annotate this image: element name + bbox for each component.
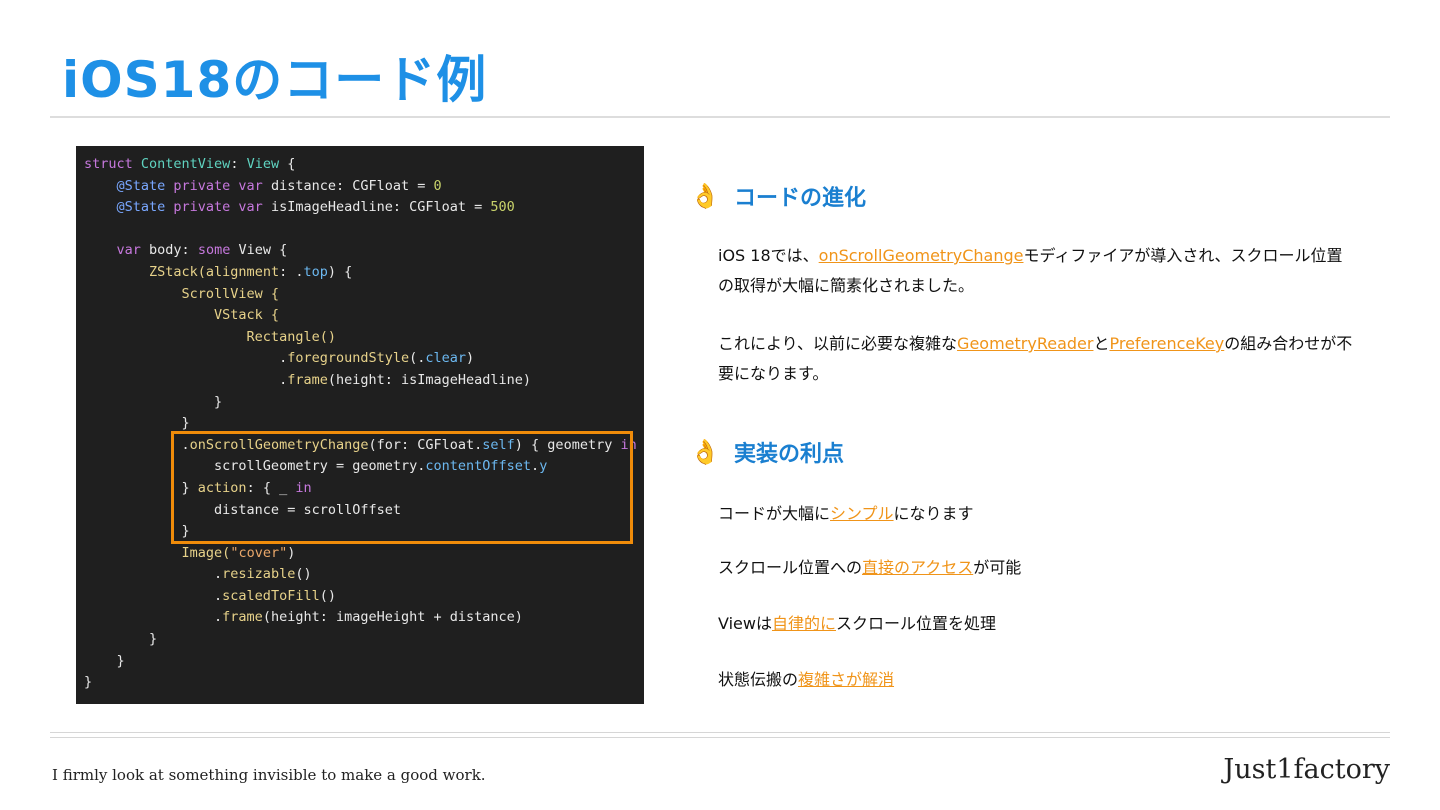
section-evolution-header: 👌 コードの進化 [690, 180, 866, 212]
benefit-item-2: スクロール位置への直接のアクセスが可能 [718, 558, 1022, 577]
section-benefits-title: 実装の利点 [734, 442, 845, 467]
code-text: struct ContentView: View { @State privat… [84, 156, 637, 691]
benefit-item-4: 状態伝搬の複雑さが解消 [718, 670, 895, 689]
evolution-paragraph-1: iOS 18では、onScrollGeometryChangeモディファイアが導… [718, 246, 1343, 295]
link-direct-access[interactable]: 直接のアクセス [862, 558, 973, 577]
slide-title: iOS18のコード例 [62, 51, 488, 109]
section-benefits-header: 👌 実装の利点 [690, 436, 844, 468]
footer-tagline: I firmly look at something invisible to … [52, 766, 486, 784]
footer-brand-logo: Just1factory [1223, 754, 1390, 785]
title-divider [50, 116, 1390, 118]
link-onscrollgeometrychange[interactable]: onScrollGeometryChange [819, 246, 1024, 265]
code-block: struct ContentView: View { @State privat… [76, 146, 644, 704]
link-autonomous[interactable]: 自律的に [772, 614, 836, 633]
link-complexity-resolved[interactable]: 複雑さが解消 [798, 670, 894, 689]
footer-divider-2 [50, 737, 1390, 738]
footer-divider [50, 732, 1390, 733]
section-evolution-title: コードの進化 [734, 186, 867, 211]
benefit-item-3: Viewは自律的にスクロール位置を処理 [718, 614, 997, 633]
link-geometryreader[interactable]: GeometryReader [957, 334, 1093, 353]
link-preferencekey[interactable]: PreferenceKey [1109, 334, 1224, 353]
evolution-paragraph-2: これにより、以前に必要な複雑なGeometryReaderとPreference… [718, 334, 1353, 383]
ok-hand-icon: 👌 [690, 182, 720, 210]
link-simple[interactable]: シンプル [830, 504, 894, 523]
ok-hand-icon: 👌 [690, 438, 720, 466]
benefit-item-1: コードが大幅にシンプルになります [718, 504, 974, 523]
